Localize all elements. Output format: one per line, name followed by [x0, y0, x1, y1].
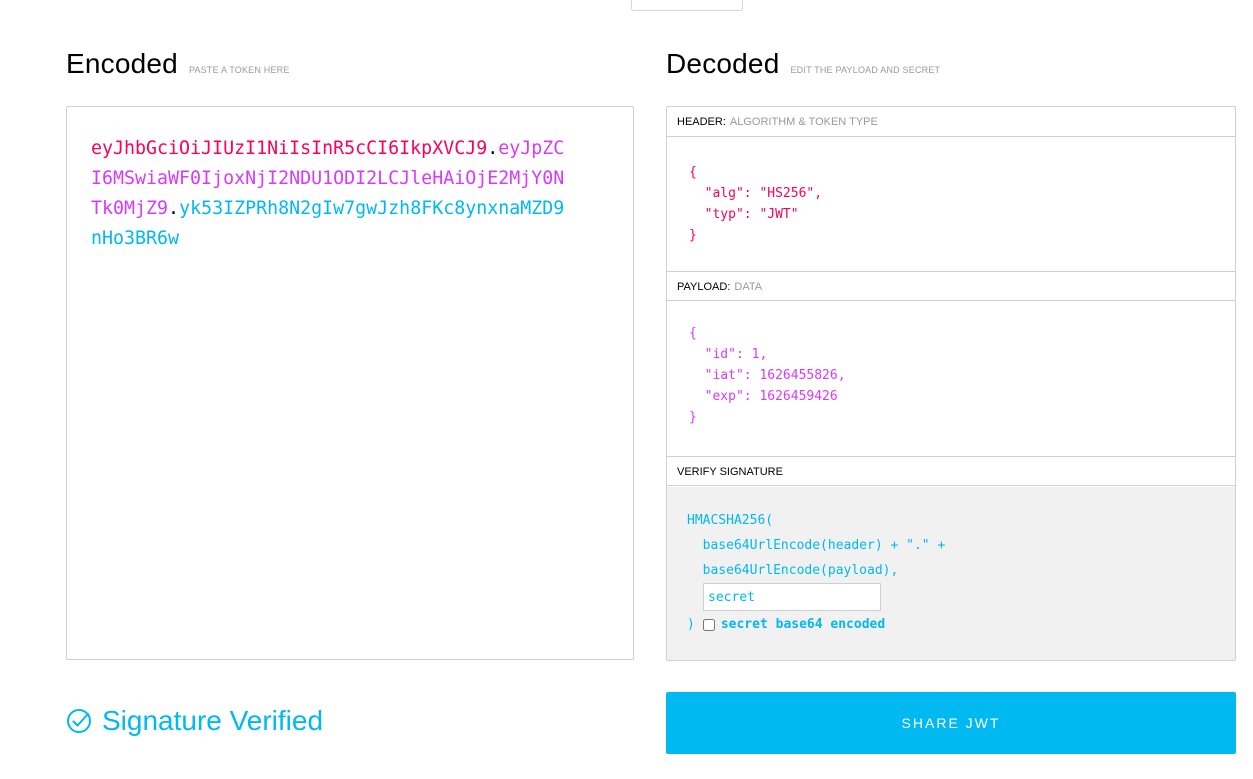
header-json-editor[interactable]: { "alg": "HS256", "typ": "JWT" }	[689, 162, 822, 246]
top-tab[interactable]	[631, 0, 743, 11]
payload-json-editor[interactable]: { "id": 1, "iat": 1626455826, "exp": 162…	[689, 323, 846, 428]
share-jwt-button[interactable]: SHARE JWT	[666, 692, 1236, 754]
hmac-line-payload: base64UrlEncode(payload),	[687, 563, 899, 578]
signature-verified-status: Signature Verified	[66, 705, 323, 737]
token-text[interactable]: eyJhbGciOiJIUzI1NiIsInR5cCI6IkpXVCJ9.eyJ…	[91, 134, 571, 254]
decoded-subtitle: EDIT THE PAYLOAD AND SECRET	[790, 65, 941, 75]
token-dot: .	[487, 138, 499, 159]
encoded-subtitle: PASTE A TOKEN HERE	[188, 65, 290, 75]
secret-input[interactable]	[703, 583, 881, 611]
payload-section-label: PAYLOAD: DATA	[667, 271, 1235, 301]
header-section-label: HEADER: ALGORITHM & TOKEN TYPE	[667, 107, 1235, 137]
verify-label: VERIFY SIGNATURE	[677, 466, 783, 478]
payload-sublabel: DATA	[734, 281, 763, 293]
header-label: HEADER:	[677, 116, 726, 128]
encoded-token-editor[interactable]: eyJhbGciOiJIUzI1NiIsInR5cCI6IkpXVCJ9.eyJ…	[66, 106, 634, 660]
encoded-heading: Encoded PASTE A TOKEN HERE	[66, 48, 290, 80]
check-circle-icon	[67, 709, 91, 733]
hmac-function: HMACSHA256(	[687, 513, 774, 528]
token-dot: .	[168, 198, 180, 219]
hmac-line-header: base64UrlEncode(header) + "." +	[687, 538, 946, 553]
decoded-panel: HEADER: ALGORITHM & TOKEN TYPE { "alg": "…	[666, 106, 1236, 661]
signature-verified-text: Signature Verified	[102, 705, 324, 736]
decoded-title: Decoded	[666, 48, 780, 79]
secret-base64-label[interactable]: secret base64 encoded	[721, 617, 885, 632]
secret-base64-checkbox[interactable]	[702, 618, 715, 631]
header-sublabel: ALGORITHM & TOKEN TYPE	[729, 116, 878, 128]
encoded-title: Encoded	[66, 48, 178, 79]
verify-section-label: VERIFY SIGNATURE	[667, 456, 1235, 486]
hmac-close: )	[687, 617, 695, 632]
payload-label: PAYLOAD:	[677, 281, 731, 293]
decoded-heading: Decoded EDIT THE PAYLOAD AND SECRET	[666, 48, 940, 80]
verify-signature-area: HMACSHA256( base64UrlEncode(header) + ".…	[667, 487, 1235, 660]
base64-row: ) secret base64 encoded	[687, 617, 885, 632]
token-header-part: eyJhbGciOiJIUzI1NiIsInR5cCI6IkpXVCJ9	[91, 138, 488, 159]
